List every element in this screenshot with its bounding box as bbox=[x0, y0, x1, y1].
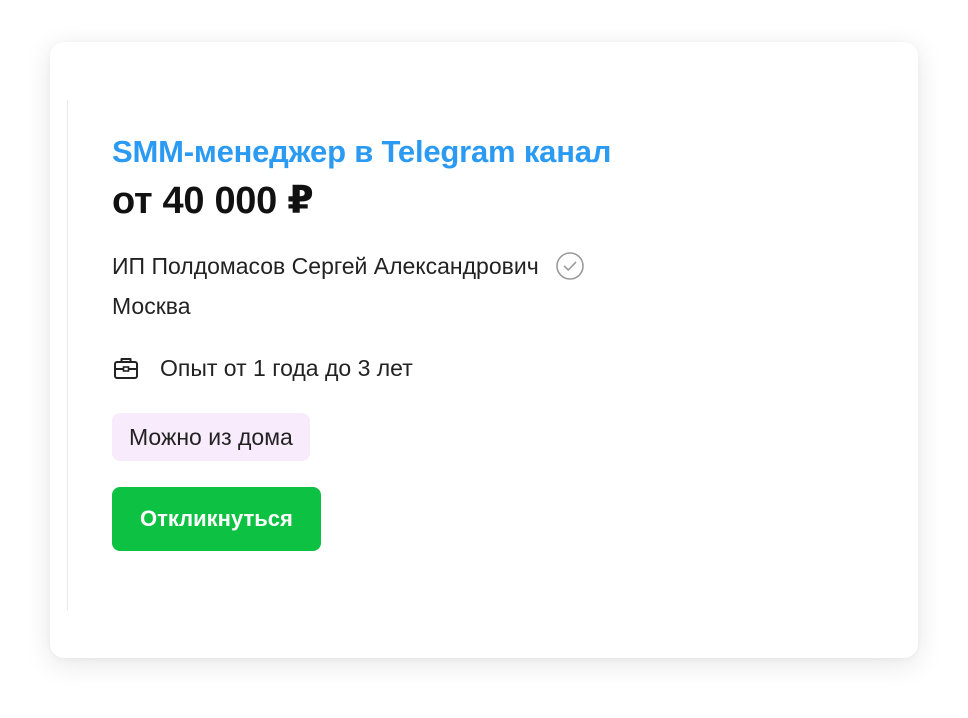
remote-work-tag: Можно из дома bbox=[112, 413, 310, 461]
respond-button-wrapper: Откликнуться bbox=[112, 487, 872, 551]
briefcase-icon bbox=[112, 354, 140, 382]
vacancy-city: Москва bbox=[112, 293, 191, 319]
check-circle-icon bbox=[555, 251, 585, 281]
vacancy-salary: от 40 000 ₽ bbox=[112, 180, 314, 222]
experience-row: Опыт от 1 года до 3 лет bbox=[112, 351, 872, 385]
employer-row: ИП Полдомасов Сергей Александрович bbox=[112, 249, 872, 283]
card-divider bbox=[67, 100, 68, 610]
vacancy-title-link[interactable]: SMM-менеджер в Telegram канал bbox=[112, 130, 611, 174]
vacancy-content: SMM-менеджер в Telegram канал от 40 000 … bbox=[112, 130, 872, 551]
experience-text: Опыт от 1 года до 3 лет bbox=[160, 355, 413, 381]
respond-button[interactable]: Откликнуться bbox=[112, 487, 321, 551]
employer-name-link[interactable]: ИП Полдомасов Сергей Александрович bbox=[112, 249, 539, 283]
